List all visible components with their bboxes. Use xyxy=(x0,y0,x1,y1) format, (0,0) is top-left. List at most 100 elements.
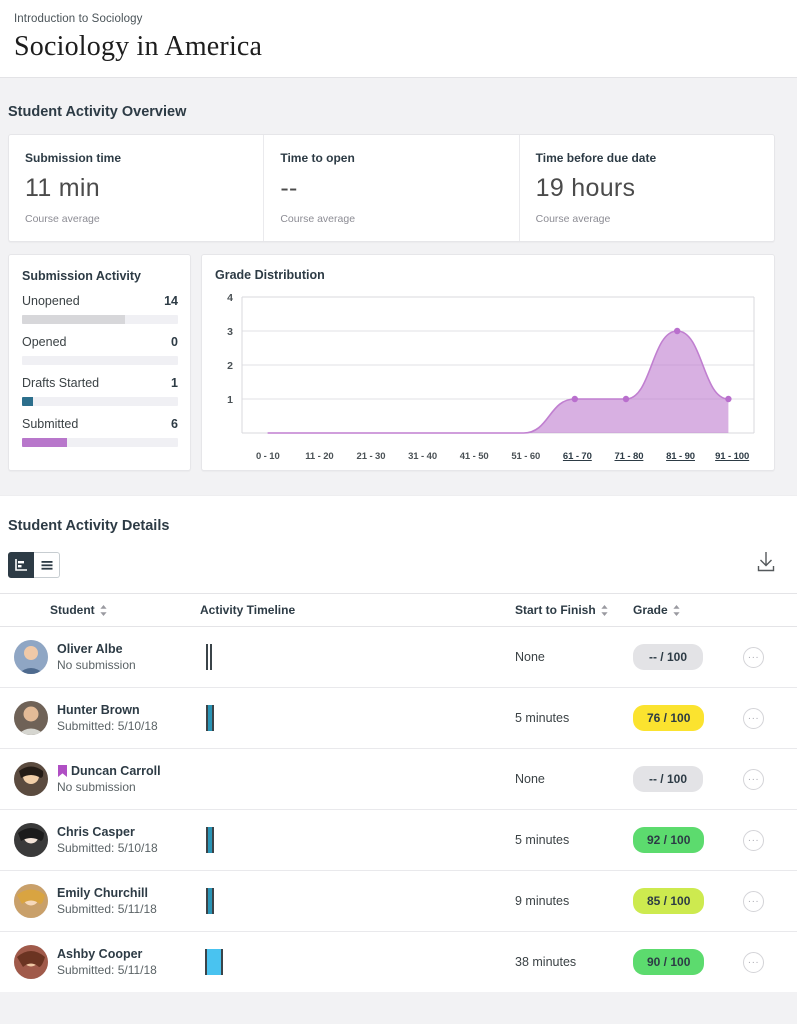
submission-activity-panel: Submission Activity Unopened 14 Opened 0 Dra… xyxy=(8,254,191,471)
timeline-mark xyxy=(221,949,223,975)
student-submission-status: Submitted: 5/10/18 xyxy=(57,719,158,733)
student-name-text: Hunter Brown xyxy=(57,703,140,717)
cell-student: Hunter Brown Submitted: 5/10/18 xyxy=(0,687,200,749)
cell-actions: ··· xyxy=(743,687,797,749)
activity-timeline[interactable] xyxy=(200,705,515,731)
chart-view-button[interactable] xyxy=(8,551,34,578)
table-row[interactable]: Duncan Carroll No submission None -- / 100 ·… xyxy=(0,748,797,810)
sort-arrows-icon xyxy=(100,604,107,616)
submission-activity-item: Submitted 6 xyxy=(22,417,178,447)
table-row[interactable]: Chris Casper Submitted: 5/10/18 5 minutes 9… xyxy=(0,809,797,871)
submission-activity-count: 14 xyxy=(164,294,178,308)
grade-badge[interactable]: -- / 100 xyxy=(633,644,703,670)
cell-activity-timeline xyxy=(200,809,515,871)
stat-value: 19 hours xyxy=(535,174,636,202)
avatar xyxy=(14,945,48,979)
page-title: Sociology in America xyxy=(14,31,263,62)
avatar xyxy=(14,762,48,796)
x-axis-tick-label: 41 - 50 xyxy=(459,451,489,462)
column-label: Student xyxy=(50,603,95,617)
x-axis-tick-label[interactable]: 71 - 80 xyxy=(603,451,655,462)
row-menu-button[interactable]: ··· xyxy=(743,707,764,729)
student-name[interactable]: Emily Churchill xyxy=(57,886,157,900)
bookmark-icon xyxy=(58,765,67,777)
timeline-mark xyxy=(212,705,214,731)
x-axis-tick-label: 0 - 10 xyxy=(255,451,280,462)
breadcrumb[interactable]: Introduction to Sociology xyxy=(14,13,797,25)
submission-activity-title: Submission Activity xyxy=(22,269,142,283)
cell-grade: -- / 100 xyxy=(633,626,743,688)
row-menu-button[interactable]: ··· xyxy=(743,646,764,668)
x-axis-tick-label: 21 - 30 xyxy=(356,451,386,462)
svg-text:3: 3 xyxy=(227,326,233,338)
stat-sublabel: Course average xyxy=(25,213,100,225)
cell-student: Ashby Cooper Submitted: 5/11/18 xyxy=(0,932,200,993)
activity-timeline[interactable] xyxy=(200,827,515,853)
cell-start-to-finish: 5 minutes xyxy=(515,687,633,749)
x-axis-tick-label[interactable]: 91 - 100 xyxy=(706,451,758,462)
submission-activity-bar-track xyxy=(22,438,178,447)
column-header-grade[interactable]: Grade xyxy=(633,593,743,627)
page-header: Introduction to Sociology Sociology in A… xyxy=(0,0,797,78)
cell-student: Oliver Albe No submission xyxy=(0,626,200,688)
cell-start-to-finish: None xyxy=(515,748,633,810)
student-name[interactable]: Chris Casper xyxy=(57,825,158,839)
cell-actions: ··· xyxy=(743,932,797,993)
stat-card-row: Submission time 11 min Course average Ti… xyxy=(8,134,775,242)
table-body: Oliver Albe No submission None -- / 100 ··· H… xyxy=(0,626,797,993)
column-header-student[interactable]: Student xyxy=(0,593,200,627)
table-row[interactable]: Emily Churchill Submitted: 5/11/18 9 minut… xyxy=(0,870,797,932)
cell-grade: 90 / 100 xyxy=(633,932,743,993)
download-button[interactable] xyxy=(753,548,779,581)
activity-timeline[interactable] xyxy=(200,949,515,975)
stat-sublabel: Course average xyxy=(535,213,611,225)
student-name[interactable]: Hunter Brown xyxy=(57,703,158,717)
overview-section-title: Student Activity Overview xyxy=(8,104,187,120)
student-name[interactable]: Duncan Carroll xyxy=(57,764,161,778)
avatar xyxy=(14,884,48,918)
table-row[interactable]: Oliver Albe No submission None -- / 100 ··· xyxy=(0,626,797,688)
start-to-finish-value: None xyxy=(515,650,545,664)
activity-timeline[interactable] xyxy=(200,888,515,914)
x-axis-tick-label[interactable]: 61 - 70 xyxy=(552,451,604,462)
activity-row: Submission Activity Unopened 14 Opened 0 Dra… xyxy=(8,254,775,471)
submission-activity-bar-fill xyxy=(22,438,68,447)
grade-distribution-svg: 1 2 3 4 xyxy=(227,292,755,434)
column-header-start-to-finish[interactable]: Start to Finish xyxy=(515,593,633,627)
svg-text:4: 4 xyxy=(227,293,233,304)
activity-report-page: Introduction to Sociology Sociology in A… xyxy=(0,0,797,1024)
table-header-row: Student Activity Timeline Start to Finis xyxy=(0,593,797,627)
cell-actions: ··· xyxy=(743,809,797,871)
submission-activity-bar-fill xyxy=(22,315,125,324)
row-menu-button[interactable]: ··· xyxy=(743,890,764,912)
list-icon xyxy=(41,560,52,570)
student-submission-status: No submission xyxy=(57,780,136,794)
row-menu-button[interactable]: ··· xyxy=(743,951,764,973)
svg-text:2: 2 xyxy=(227,360,233,372)
timeline-mark xyxy=(210,644,212,670)
grade-badge[interactable]: 85 / 100 xyxy=(633,888,705,914)
grade-badge[interactable]: 76 / 100 xyxy=(633,705,705,731)
student-name[interactable]: Ashby Cooper xyxy=(57,947,157,961)
table-row[interactable]: Ashby Cooper Submitted: 5/11/18 38 minutes… xyxy=(0,932,797,993)
grade-badge[interactable]: 90 / 100 xyxy=(633,949,705,975)
svg-text:1: 1 xyxy=(227,394,233,406)
start-to-finish-value: 5 minutes xyxy=(515,711,570,725)
table-row[interactable]: Hunter Brown Submitted: 5/10/18 5 minutes 7… xyxy=(0,687,797,749)
student-submission-status: Submitted: 5/11/18 xyxy=(57,902,157,916)
row-menu-button[interactable]: ··· xyxy=(743,768,764,790)
cell-grade: 92 / 100 xyxy=(633,809,743,871)
x-axis-tick-label[interactable]: 81 - 90 xyxy=(655,451,707,462)
activity-timeline[interactable] xyxy=(200,644,515,670)
stat-label: Submission time xyxy=(25,151,122,165)
grade-badge[interactable]: 92 / 100 xyxy=(633,827,705,853)
stat-card-time-to-open: Time to open -- Course average xyxy=(264,135,520,241)
submission-activity-item: Opened 0 xyxy=(22,335,178,365)
student-name[interactable]: Oliver Albe xyxy=(57,642,136,656)
grade-badge[interactable]: -- / 100 xyxy=(633,766,703,792)
x-axis-tick-label: 11 - 20 xyxy=(305,451,334,462)
list-view-button[interactable] xyxy=(34,551,60,578)
start-to-finish-value: None xyxy=(515,772,545,786)
row-menu-button[interactable]: ··· xyxy=(743,829,764,851)
activity-timeline[interactable] xyxy=(200,766,515,792)
